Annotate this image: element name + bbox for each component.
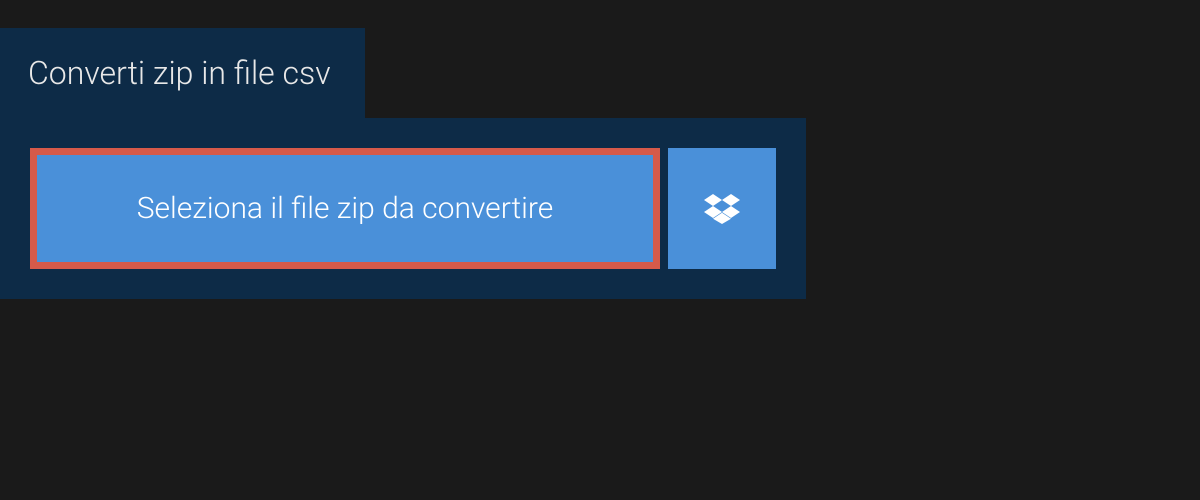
select-file-button[interactable]: Seleziona il file zip da convertire (30, 148, 660, 269)
dropbox-icon (704, 191, 740, 227)
upload-panel: Seleziona il file zip da convertire (0, 118, 806, 299)
dropbox-button[interactable] (668, 148, 776, 269)
page-title: Converti zip in file csv (0, 28, 365, 118)
button-row: Seleziona il file zip da convertire (30, 148, 776, 269)
select-file-label: Seleziona il file zip da convertire (137, 191, 554, 226)
